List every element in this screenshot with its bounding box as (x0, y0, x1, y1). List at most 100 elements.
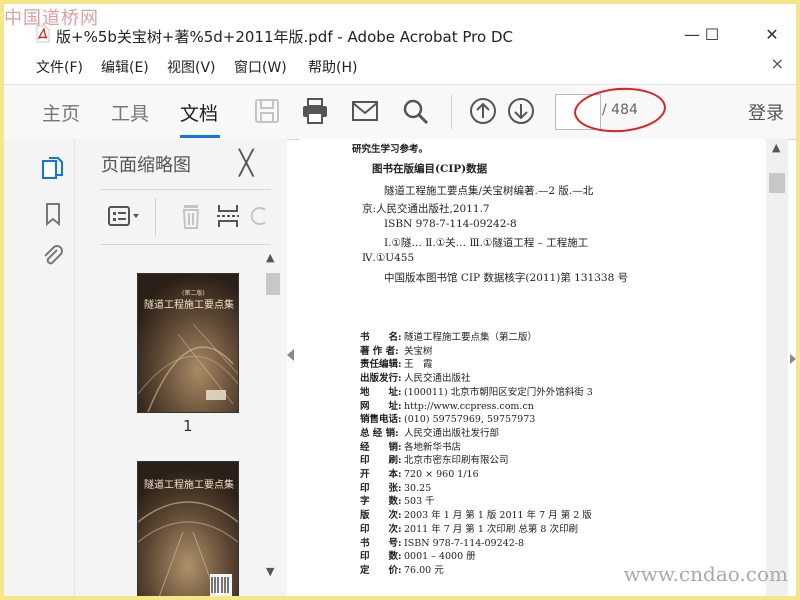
imprint-row: 印 刷: 北京市密东印刷有限公司 (360, 452, 509, 466)
print-icon[interactable] (300, 96, 330, 126)
cover-title: 隧道工程施工要点集 (144, 300, 234, 311)
email-icon[interactable] (350, 96, 380, 126)
previous-page-icon[interactable] (468, 96, 498, 126)
imprint-value: 503 千 (404, 496, 435, 508)
tab-document[interactable]: 文档 (180, 99, 218, 126)
insert-page-icon[interactable] (213, 202, 247, 230)
bookmark-icon[interactable] (40, 201, 66, 227)
imprint-value: 76.00 元 (404, 564, 444, 576)
imprint-row: 总 经 销: 人民交通出版社发行部 (360, 425, 499, 439)
navigation-pane-bar (4, 139, 74, 596)
menu-file[interactable]: 文件(F) (36, 57, 83, 77)
save-icon[interactable] (252, 96, 282, 126)
app-window: 中国道桥网 www.cndao.com 版+%5b关宝树+著%5d+2011年版… (4, 4, 796, 596)
expand-right-panel-icon[interactable] (790, 354, 796, 364)
imprint-label: 总 经 销: (360, 427, 399, 439)
imprint-value: http://www.ccpress.com.cn (404, 400, 534, 412)
doc-line: 研究生学习参考。 (352, 144, 429, 155)
scrollbar-thumb[interactable] (266, 273, 280, 295)
doc-line: Ⅳ.①U455 (362, 252, 415, 264)
imprint-label: 字 数: (360, 496, 402, 508)
imprint-row: 经 销: 各地新华书店 (360, 439, 461, 453)
thumbnail-panel: 页面缩略图 ╳ (第二版) 隧道工程施工要点集 1 隧道工程施工要点集 ▲ ▼ (74, 139, 287, 596)
thumbnail-scrollbar[interactable]: ▲ ▼ (264, 251, 280, 581)
menu-view[interactable]: 视图(V) (167, 57, 216, 77)
imprint-row: 地 址: (100011) 北京市朝阳区安定门外外馆斜街 3 (360, 384, 593, 398)
imprint-row: 版 次: 2003 年 1 月 第 1 版 2011 年 7 月 第 2 版 (360, 507, 592, 521)
scroll-up-icon[interactable]: ▲ (266, 251, 274, 264)
imprint-value: 2011 年 7 月 第 1 次印刷 总第 8 次印刷 (404, 523, 578, 535)
next-page-icon[interactable] (506, 96, 536, 126)
imprint-label: 著 作 者: (360, 345, 399, 357)
imprint-value: 北京市密东印刷有限公司 (404, 455, 509, 467)
imprint-label: 印 次: (360, 523, 402, 535)
imprint-value: 0001 – 4000 册 (404, 551, 476, 563)
imprint-row: 书 号: ISBN 978-7-114-09242-8 (360, 535, 524, 549)
imprint-value: 隧道工程施工要点集（第二版） (404, 332, 538, 343)
imprint-row: 网 址: http://www.ccpress.com.cn (360, 398, 534, 412)
imprint-row: 印 张: 30.25 (360, 480, 431, 494)
imprint-label: 印 张: (360, 482, 402, 494)
imprint-label: 印 数: (360, 551, 402, 563)
login-button[interactable]: 登录 (748, 99, 784, 125)
doc-line: ISBN 978-7-114-09242-8 (384, 218, 517, 230)
cover-image: 隧道工程施工要点集 (137, 461, 239, 596)
menu-bar: 文件(F) 编辑(E) 视图(V) 窗口(W) 帮助(H) × (4, 54, 796, 78)
imprint-value: 人民交通出版社发行部 (404, 427, 500, 439)
page-thumbnail-2[interactable]: 隧道工程施工要点集 (137, 461, 239, 596)
menu-help[interactable]: 帮助(H) (308, 57, 357, 77)
imprint-row: 责任编辑: 王 霞 (360, 356, 433, 370)
imprint-row: 印 数: 0001 – 4000 册 (360, 548, 476, 562)
doc-cip-heading: 图书在版编目(CIP)数据 (372, 163, 488, 175)
imprint-value: 王 霞 (404, 359, 433, 371)
page-thumbnails-icon[interactable] (40, 155, 66, 181)
doc-line: 京:人民交通出版社,2011.7 (362, 203, 490, 215)
imprint-value: 各地新华书店 (404, 441, 462, 453)
menu-edit[interactable]: 编辑(E) (101, 57, 149, 77)
delete-page-icon[interactable] (175, 202, 209, 230)
collapse-panel-icon[interactable] (287, 349, 294, 361)
cover-image: (第二版) 隧道工程施工要点集 (137, 273, 239, 413)
imprint-row: 出版发行: 人民交通出版社 (360, 370, 471, 384)
maximize-button[interactable]: ☐ (692, 22, 732, 48)
rotate-page-icon[interactable] (247, 202, 271, 230)
menu-close-icon[interactable]: × (771, 54, 784, 73)
imprint-value: 2003 年 1 月 第 1 版 2011 年 7 月 第 2 版 (404, 510, 592, 522)
doc-line: 隧道工程施工要点集/关宝树编著.—2 版.—北 (384, 185, 594, 197)
imprint-row: 印 次: 2011 年 7 月 第 1 次印刷 总第 8 次印刷 (360, 521, 578, 535)
scroll-down-icon[interactable]: ▼ (266, 565, 274, 578)
imprint-value: 人民交通出版社 (404, 373, 471, 385)
panel-toolbar (101, 189, 271, 245)
imprint-value: 30.25 (404, 482, 432, 494)
active-tab-indicator (180, 135, 220, 138)
imprint-label: 书 号: (360, 537, 402, 549)
panel-close-icon[interactable]: ╳ (239, 149, 253, 177)
panel-toolbar-divider (155, 198, 156, 236)
document-scrollbar[interactable]: ▲ (766, 139, 788, 596)
panel-title: 页面缩略图 (101, 155, 191, 176)
imprint-value: ISBN 978-7-114-09242-8 (404, 537, 524, 549)
main-toolbar: 主页 工具 文档 / 484 登录 (4, 84, 796, 140)
imprint-row: 字 数: 503 千 (360, 493, 435, 507)
imprint-label: 版 次: (360, 510, 402, 522)
page-thumbnail-1[interactable]: (第二版) 隧道工程施工要点集 (137, 273, 239, 413)
scrollbar-thumb[interactable] (769, 173, 785, 193)
watermark-bottom: www.cndao.com (623, 562, 788, 586)
cover-title: 隧道工程施工要点集 (144, 480, 234, 491)
doc-line: 中国版本图书馆 CIP 数据核字(2011)第 131338 号 (384, 272, 629, 284)
document-view: 研究生学习参考。 图书在版编目(CIP)数据 隧道工程施工要点集/关宝树编著.—… (300, 139, 765, 596)
menu-window[interactable]: 窗口(W) (234, 57, 287, 77)
close-button[interactable]: ✕ (752, 22, 792, 48)
imprint-label: 责任编辑: (360, 359, 402, 371)
imprint-row: 开 本: 720 × 960 1/16 (360, 466, 479, 480)
search-icon[interactable] (400, 96, 430, 126)
imprint-label: 开 本: (360, 469, 402, 480)
tab-home[interactable]: 主页 (42, 99, 80, 126)
imprint-value: (100011) 北京市朝阳区安定门外外馆斜街 3 (404, 386, 593, 398)
thumbnail-options-icon[interactable] (107, 202, 141, 230)
attachment-icon[interactable] (40, 243, 66, 269)
scroll-up-icon[interactable]: ▲ (772, 141, 780, 154)
tab-tools[interactable]: 工具 (111, 99, 149, 126)
imprint-label: 经 销: (360, 441, 402, 453)
imprint-label: 销售电话: (360, 414, 402, 426)
